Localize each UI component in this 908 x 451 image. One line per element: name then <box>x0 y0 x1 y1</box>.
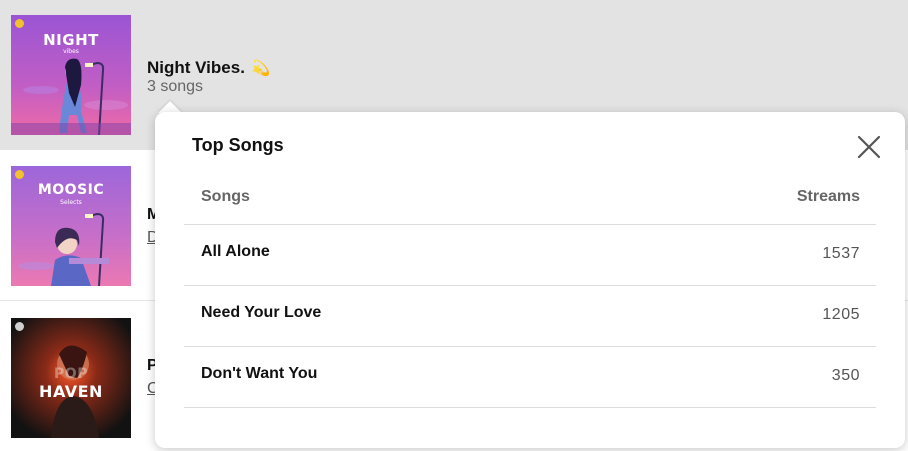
close-button[interactable] <box>855 133 883 161</box>
stream-count: 1205 <box>822 306 860 323</box>
table-header: Songs Streams <box>184 175 876 225</box>
playlist-cover-pop-haven[interactable]: POP HAVEN <box>11 318 131 438</box>
column-header-songs: Songs <box>201 188 250 205</box>
brand-badge-icon <box>15 170 24 179</box>
stream-count: 350 <box>831 367 860 384</box>
dizzy-emoji-icon: 💫 <box>251 60 271 77</box>
playlist-cover-night-vibes[interactable]: NIGHT vibes <box>11 15 131 135</box>
table-row: Don't Want You 350 <box>184 347 876 408</box>
cover-subtitle: vibes <box>63 48 79 55</box>
column-header-streams: Streams <box>796 188 860 205</box>
brand-badge-icon <box>15 19 24 28</box>
playlist-song-count: 3 songs <box>147 78 204 95</box>
table-row: Need Your Love 1205 <box>184 286 876 347</box>
cover-subtitle: Selects <box>60 199 82 206</box>
top-songs-table: Songs Streams All Alone 1537 Need Your L… <box>184 175 876 408</box>
cover-title-background: POP <box>54 366 88 382</box>
song-name: All Alone <box>201 243 270 260</box>
brand-badge-icon <box>15 322 24 331</box>
close-icon <box>857 135 881 159</box>
stream-count: 1537 <box>822 245 860 262</box>
playlist-cover-moosic[interactable]: MOOSIC Selects <box>11 166 131 286</box>
cover-title: NIGHT <box>43 31 99 49</box>
cover-title: MOOSIC <box>37 182 105 198</box>
top-songs-popover: Top Songs Songs Streams All Alone 1537 N… <box>155 112 905 448</box>
table-row: All Alone 1537 <box>184 225 876 286</box>
playlist-title[interactable]: Night Vibes. 💫 <box>147 58 270 78</box>
playlist-title-text: Night Vibes. <box>147 58 245 77</box>
song-name: Don't Want You <box>201 365 318 382</box>
song-name: Need Your Love <box>201 304 322 321</box>
cover-title: HAVEN <box>39 382 103 401</box>
popover-title: Top Songs <box>192 135 284 155</box>
